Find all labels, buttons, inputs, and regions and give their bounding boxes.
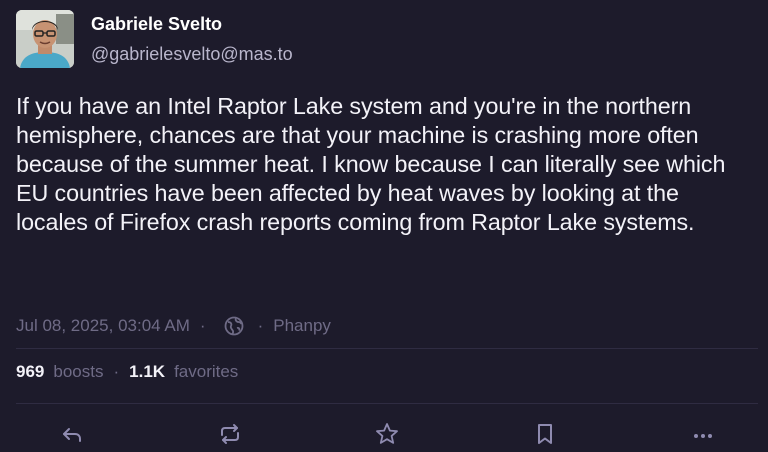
reply-button[interactable]	[56, 418, 88, 450]
author-names: Gabriele Svelto @gabrielesvelto@mas.to	[91, 10, 293, 65]
action-bar	[0, 418, 768, 450]
divider	[16, 348, 758, 349]
boost-button[interactable]	[214, 418, 246, 450]
post-meta: Jul 08, 2025, 03:04 AM · · Phanpy	[16, 314, 331, 338]
avatar[interactable]	[16, 10, 74, 68]
post-stats: 969 boosts · 1.1K favorites	[16, 360, 238, 384]
meta-separator: ·	[199, 316, 206, 335]
bookmark-button[interactable]	[529, 418, 561, 450]
favorite-button[interactable]	[371, 418, 403, 450]
author-handle[interactable]: @gabrielesvelto@mas.to	[91, 43, 293, 65]
meta-separator: ·	[257, 316, 264, 335]
globe-icon	[224, 316, 243, 336]
favorites-count: 1.1K	[129, 362, 166, 381]
favorites-stat[interactable]: 1.1K favorites	[129, 362, 238, 382]
bookmark-icon	[538, 424, 552, 444]
post-timestamp[interactable]: Jul 08, 2025, 03:04 AM	[16, 316, 190, 336]
favorites-label: favorites	[174, 362, 239, 381]
post: Gabriele Svelto @gabrielesvelto@mas.to I…	[0, 0, 768, 452]
post-header: Gabriele Svelto @gabrielesvelto@mas.to	[16, 10, 293, 68]
reply-icon	[63, 428, 81, 442]
divider	[16, 403, 758, 404]
boost-icon	[221, 424, 239, 444]
author-display-name[interactable]: Gabriele Svelto	[91, 13, 293, 35]
star-icon	[376, 423, 398, 444]
avatar-photo	[16, 10, 74, 68]
boosts-count: 969	[16, 362, 45, 381]
stats-separator: ·	[113, 362, 120, 381]
boosts-stat[interactable]: 969 boosts	[16, 362, 103, 382]
more-button[interactable]	[687, 418, 719, 450]
client-name: Phanpy	[273, 316, 331, 335]
boosts-label: boosts	[53, 362, 104, 381]
post-content: If you have an Intel Raptor Lake system …	[16, 93, 726, 235]
more-icon	[694, 434, 712, 438]
